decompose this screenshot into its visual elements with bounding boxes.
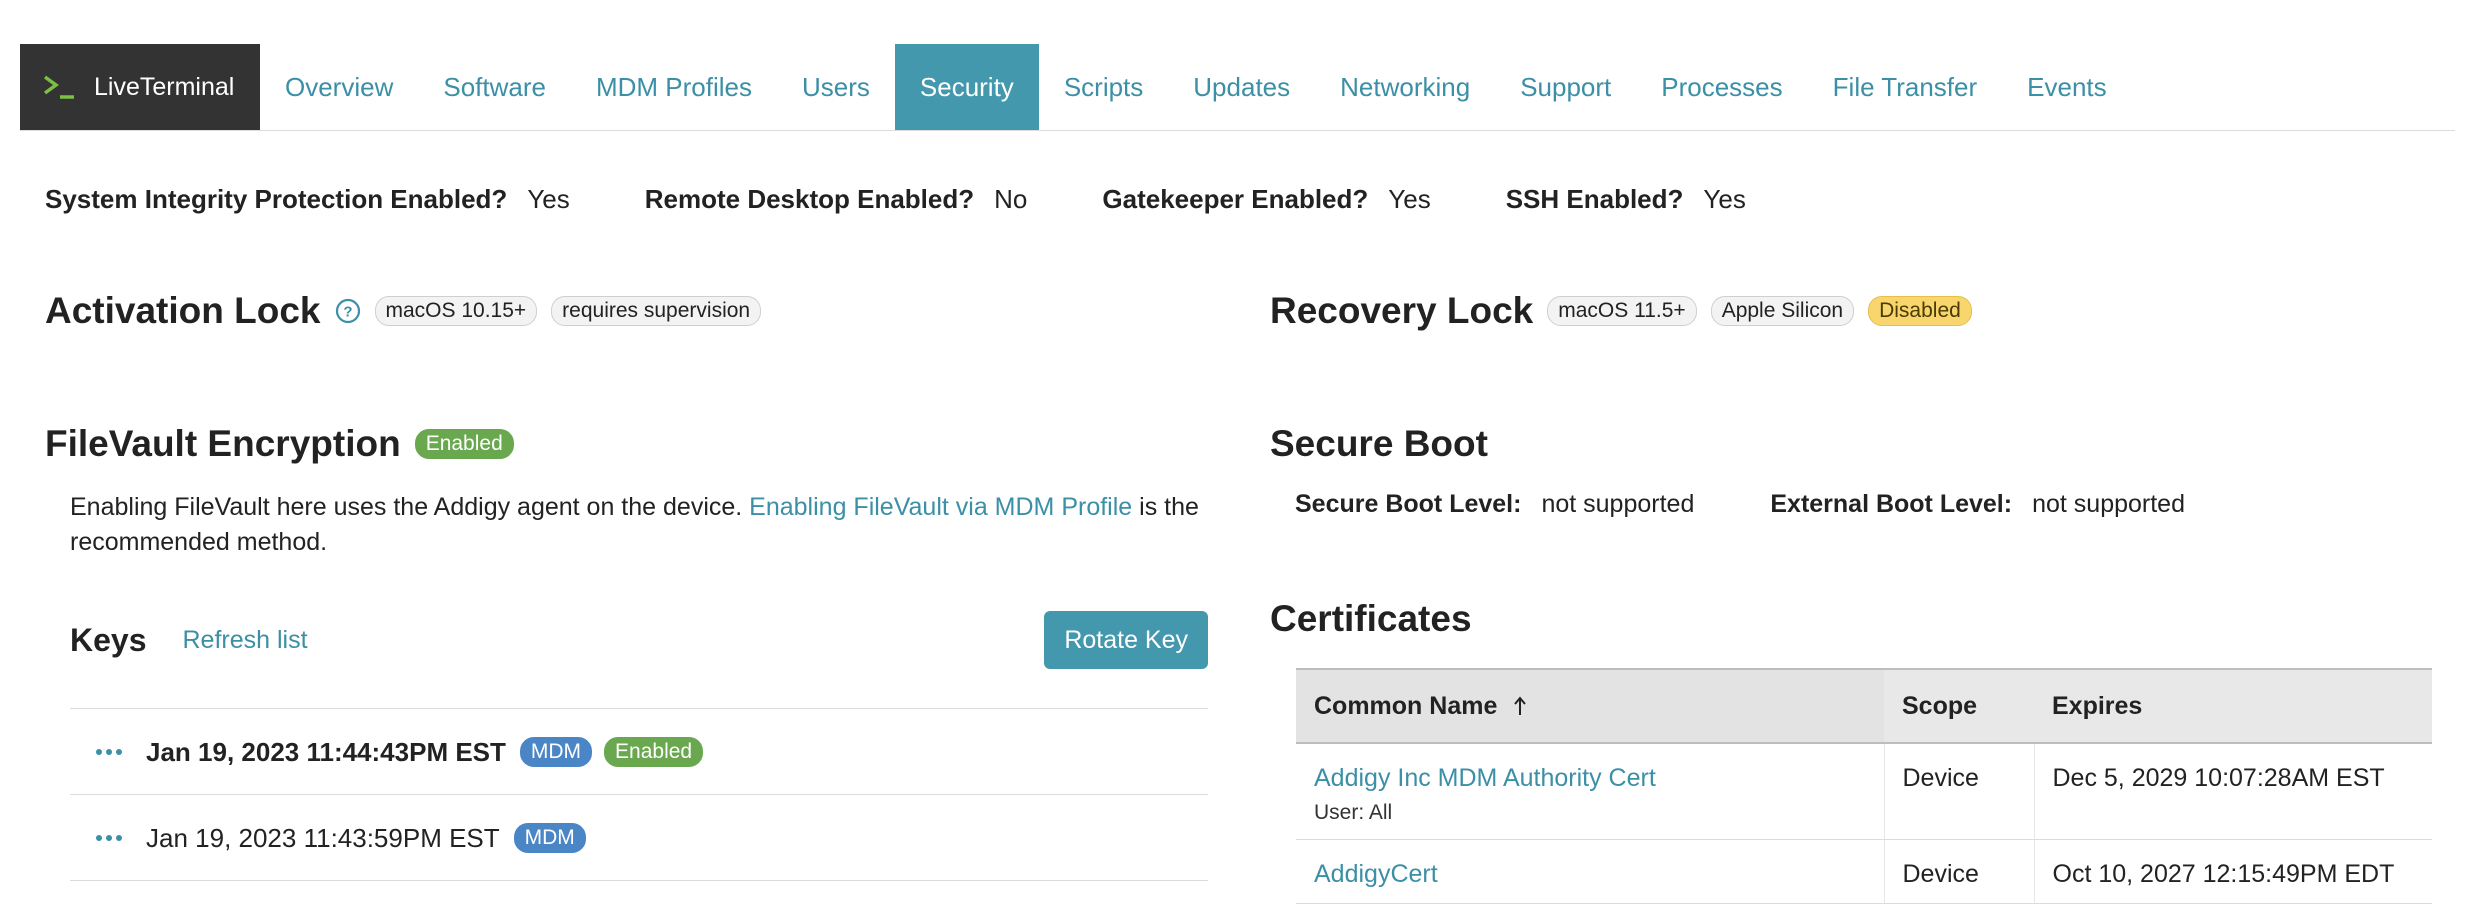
- activation-lock-title: Activation Lock: [45, 290, 321, 331]
- tab-overview[interactable]: Overview: [260, 44, 418, 130]
- filevault-title: FileVault Encryption: [45, 423, 401, 464]
- flag-sip: System Integrity Protection Enabled? Yes: [45, 184, 570, 215]
- filevault-mdm-profile-link[interactable]: Enabling FileVault via MDM Profile: [749, 493, 1132, 521]
- external-boot-level: External Boot Level: not supported: [1770, 490, 2185, 519]
- flag-gatekeeper-value: Yes: [1388, 184, 1431, 214]
- column-header-scope[interactable]: Scope: [1884, 668, 2034, 744]
- tab-networking[interactable]: Networking: [1315, 44, 1495, 130]
- flag-sip-value: Yes: [527, 184, 570, 214]
- refresh-list-link[interactable]: Refresh list: [183, 626, 308, 655]
- filevault-text-before: Enabling FileVault here uses the Addigy …: [70, 493, 750, 521]
- flag-gatekeeper-label: Gatekeeper Enabled?: [1102, 184, 1369, 214]
- flag-ssh-value: Yes: [1703, 184, 1746, 214]
- tab-updates[interactable]: Updates: [1168, 44, 1315, 130]
- cert-scope: Device: [1884, 743, 2035, 840]
- tab-bar: LiveTerminal Overview Software MDM Profi…: [20, 44, 2455, 131]
- secure-boot-level-value: not supported: [1541, 490, 1695, 518]
- external-boot-level-value: not supported: [2032, 490, 2185, 518]
- tab-support[interactable]: Support: [1495, 44, 1636, 130]
- flag-remote-desktop-value: No: [994, 184, 1028, 214]
- key-date: Jan 19, 2023 11:44:43PM EST: [146, 736, 506, 767]
- status-badge: Disabled: [1868, 296, 1972, 326]
- flag-remote-desktop-label: Remote Desktop Enabled?: [644, 184, 975, 214]
- recovery-lock-title: Recovery Lock: [1270, 290, 1534, 331]
- key-row: Jan 19, 2023 11:44:43PM EST MDM Enabled: [70, 708, 1208, 795]
- badge-requires-supervision: requires supervision: [551, 296, 762, 326]
- certificates-title: Certificates: [1270, 598, 1472, 639]
- tab-file-transfer[interactable]: File Transfer: [1808, 44, 2003, 130]
- flag-ssh: SSH Enabled? Yes: [1506, 184, 1746, 215]
- table-row: AddigyCert Device Oct 10, 2027 12:15:49P…: [1296, 839, 2432, 904]
- recovery-lock-header: Recovery Lock macOS 11.5+ Apple Silicon …: [1270, 290, 1972, 332]
- tab-scripts[interactable]: Scripts: [1039, 44, 1168, 130]
- badge-mdm: MDM: [513, 823, 586, 853]
- tab-security[interactable]: Security: [894, 44, 1039, 130]
- cert-name-link[interactable]: Addigy Inc MDM Authority Cert: [1314, 764, 1866, 793]
- cert-name-cell: AddigyCert: [1296, 839, 1885, 904]
- key-date: Jan 19, 2023 11:43:59PM EST: [146, 822, 500, 853]
- column-header-common-name-label: Common Name: [1314, 691, 1498, 720]
- help-icon[interactable]: ?: [335, 298, 361, 324]
- sort-ascending-icon: [1514, 695, 1527, 715]
- cert-name-link[interactable]: AddigyCert: [1314, 860, 1866, 889]
- filevault-header: FileVault Encryption Enabled: [45, 423, 514, 465]
- column-header-common-name[interactable]: Common Name: [1296, 668, 1884, 744]
- cert-user-scope: User: All: [1314, 801, 1393, 824]
- activation-lock-header: Activation Lock ? macOS 10.15+ requires …: [45, 290, 762, 332]
- keys-title: Keys: [70, 621, 147, 658]
- tab-liveterminal-label: LiveTerminal: [94, 72, 235, 101]
- badge-apple-silicon: Apple Silicon: [1710, 296, 1855, 326]
- divider: [70, 880, 1208, 881]
- tab-liveterminal[interactable]: LiveTerminal: [20, 44, 260, 130]
- tab-processes[interactable]: Processes: [1636, 44, 1807, 130]
- flag-ssh-label: SSH Enabled?: [1505, 184, 1684, 214]
- filevault-description: Enabling FileVault here uses the Addigy …: [70, 490, 1220, 560]
- secure-boot-levels: Secure Boot Level: not supported Externa…: [1295, 490, 2261, 519]
- tab-events[interactable]: Events: [2002, 44, 2132, 130]
- status-badge: Enabled: [604, 737, 704, 767]
- cert-scope: Device: [1884, 839, 2035, 904]
- table-header-row: Common Name Scope Expires: [1296, 668, 2432, 744]
- table-row: Addigy Inc MDM Authority Cert User: All …: [1296, 743, 2432, 840]
- tab-mdm-profiles[interactable]: MDM Profiles: [571, 44, 777, 130]
- cert-expires: Oct 10, 2027 12:15:49PM EDT: [2034, 839, 2432, 904]
- rotate-key-button[interactable]: Rotate Key: [1044, 611, 1208, 669]
- secure-boot-header: Secure Boot: [1270, 423, 1488, 465]
- certificates-table: Common Name Scope Expires Addigy Inc MDM…: [1296, 668, 2432, 904]
- badge-macos-version: macOS 10.15+: [374, 296, 538, 326]
- flag-sip-label: System Integrity Protection Enabled?: [45, 184, 508, 214]
- secure-boot-level-label: Secure Boot Level:: [1295, 490, 1522, 518]
- more-options-icon[interactable]: [94, 746, 124, 758]
- more-options-icon[interactable]: [94, 832, 124, 844]
- external-boot-level-label: External Boot Level:: [1770, 490, 2013, 518]
- secure-boot-level: Secure Boot Level: not supported: [1295, 490, 1694, 519]
- keys-header: Keys Refresh list Rotate Key: [70, 610, 1208, 670]
- cert-expires: Dec 5, 2029 10:07:28AM EST: [2034, 743, 2432, 840]
- secure-boot-title: Secure Boot: [1270, 423, 1488, 464]
- terminal-prompt-icon: [43, 75, 74, 99]
- cert-name-cell: Addigy Inc MDM Authority Cert User: All: [1296, 743, 1885, 840]
- tab-users[interactable]: Users: [777, 44, 895, 130]
- tab-software[interactable]: Software: [418, 44, 571, 130]
- key-row: Jan 19, 2023 11:43:59PM EST MDM: [70, 794, 1208, 881]
- security-flags: System Integrity Protection Enabled? Yes…: [45, 184, 1821, 215]
- status-badge: Enabled: [414, 429, 514, 459]
- svg-text:?: ?: [343, 304, 352, 321]
- flag-remote-desktop: Remote Desktop Enabled? No: [645, 184, 1028, 215]
- badge-macos-version: macOS 11.5+: [1547, 296, 1697, 326]
- badge-mdm: MDM: [519, 737, 593, 767]
- flag-gatekeeper: Gatekeeper Enabled? Yes: [1102, 184, 1430, 215]
- column-header-expires[interactable]: Expires: [2034, 668, 2432, 744]
- certificates-header: Certificates: [1270, 598, 1472, 640]
